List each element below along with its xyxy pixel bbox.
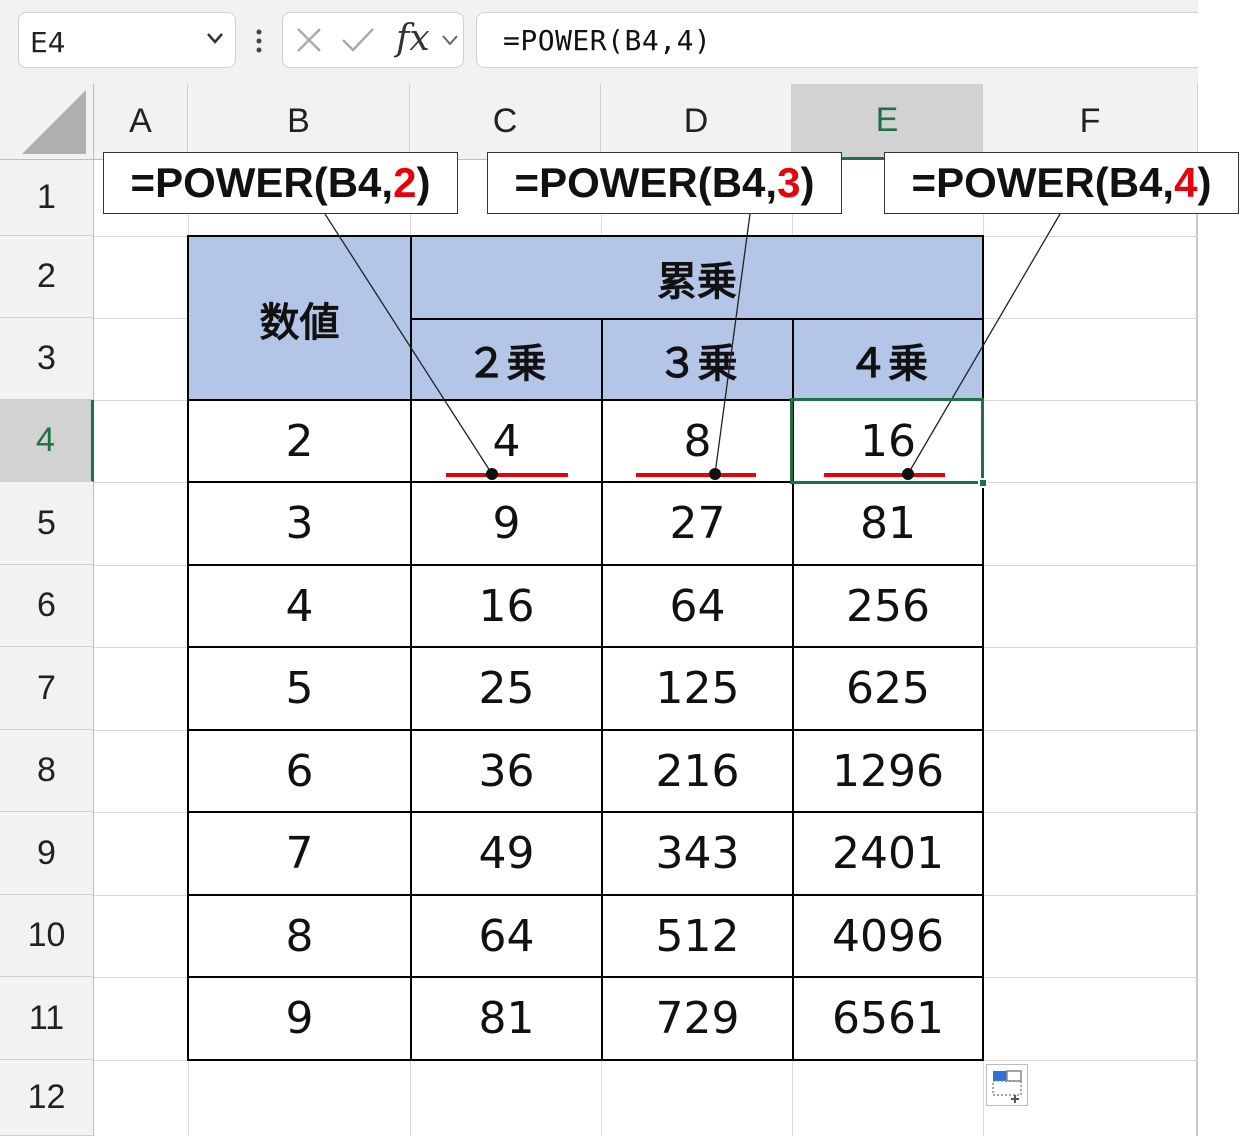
quick-fill-glyph-icon <box>992 1070 1022 1103</box>
callout-suffix: ) <box>416 159 431 206</box>
callout-power-2: =POWER(B4, 2) <box>103 152 458 214</box>
callout-suffix: ) <box>800 159 815 206</box>
callout-power-3: =POWER(B4, 3) <box>487 152 842 214</box>
callout-prefix: =POWER(B4, <box>514 159 778 206</box>
callout-exponent: 4 <box>1174 159 1198 206</box>
callout-prefix: =POWER(B4, <box>911 159 1175 206</box>
callout-suffix: ) <box>1197 159 1212 206</box>
anchor-dot <box>486 468 498 480</box>
quick-fill-options-icon[interactable] <box>986 1064 1028 1106</box>
callout-exponent: 3 <box>777 159 801 206</box>
leader-line <box>714 213 751 475</box>
callout-exponent: 2 <box>393 159 417 206</box>
callout-prefix: =POWER(B4, <box>130 159 394 206</box>
callout-power-4: =POWER(B4, 4) <box>884 152 1239 214</box>
leader-line <box>324 213 493 475</box>
fill-handle[interactable] <box>978 478 988 488</box>
active-cell-border[interactable] <box>790 398 984 484</box>
anchor-dot <box>709 468 721 480</box>
